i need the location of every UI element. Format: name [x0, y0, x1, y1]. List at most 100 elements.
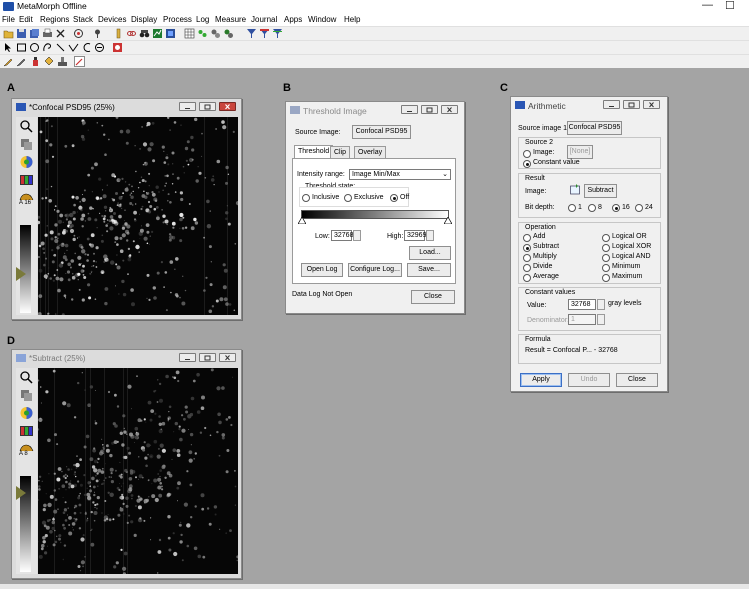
source-image-button[interactable]: Confocal PSD95 [352, 125, 411, 139]
bit-depth-8-radio[interactable] [588, 204, 596, 212]
restore-icon[interactable] [623, 100, 640, 109]
restore-icon[interactable] [199, 102, 216, 111]
pen-icon[interactable] [16, 56, 27, 67]
constant-value-field[interactable]: 32768 [568, 299, 596, 310]
open-log-button[interactable]: Open Log [301, 263, 343, 277]
operation-average-radio[interactable] [523, 274, 531, 282]
confocal-image-canvas[interactable] [38, 117, 238, 315]
close-icon[interactable] [441, 105, 458, 114]
operation-logical-xor-radio[interactable] [602, 244, 610, 252]
print-icon[interactable] [42, 28, 53, 39]
menu-log[interactable]: Log [196, 15, 209, 24]
off-radio[interactable] [390, 194, 398, 202]
lookup-table-icon[interactable] [18, 424, 35, 438]
load-button[interactable]: Load... [409, 246, 451, 260]
bit-depth-16-radio[interactable] [612, 204, 620, 212]
minimize-icon[interactable] [603, 100, 620, 109]
grid-icon[interactable] [184, 28, 195, 39]
intensity-range-select[interactable]: Image Min/Max ⌄ [349, 169, 451, 180]
high-spinner[interactable] [426, 230, 434, 241]
save-all-icon[interactable] [29, 28, 40, 39]
bit-depth-1-radio[interactable] [568, 204, 576, 212]
minimize-icon[interactable] [179, 353, 196, 362]
source-2-image-radio[interactable] [523, 150, 531, 158]
close-button[interactable]: Close [616, 373, 658, 387]
menu-regions[interactable]: Regions [40, 15, 69, 24]
chart-icon[interactable] [152, 28, 163, 39]
pencil-icon[interactable] [3, 56, 14, 67]
constant-value-radio[interactable] [523, 160, 531, 168]
operation-minimum-radio[interactable] [602, 264, 610, 272]
ellipse-tool-icon[interactable] [29, 42, 40, 53]
pointer-tool-icon[interactable] [3, 42, 14, 53]
denominator-spinner[interactable] [597, 314, 605, 325]
target-icon[interactable] [73, 28, 84, 39]
operation-logical-and-radio[interactable] [602, 254, 610, 262]
operation-logical-or-radio[interactable] [602, 234, 610, 242]
arc-tool-icon[interactable] [81, 42, 92, 53]
high-value-field[interactable]: 32969 [404, 230, 426, 241]
low-spinner[interactable] [353, 230, 361, 241]
gears-icon[interactable] [210, 28, 221, 39]
stack-icon[interactable] [165, 28, 176, 39]
polyline-tool-icon[interactable] [68, 42, 79, 53]
high-slider-icon[interactable] [444, 217, 452, 224]
operation-subtract-radio[interactable] [523, 244, 531, 252]
apply-button[interactable]: Apply [520, 373, 562, 387]
binoculars-icon[interactable] [139, 28, 150, 39]
bottle-icon[interactable] [30, 56, 41, 67]
autoscale-icon[interactable]: A 16 [18, 191, 35, 209]
filter-red-icon[interactable] [259, 28, 270, 39]
minimize-icon[interactable]: — [702, 0, 713, 11]
operation-divide-radio[interactable] [523, 264, 531, 272]
restore-icon[interactable] [199, 353, 216, 362]
subtract-image-canvas[interactable] [38, 368, 238, 574]
tab-threshold[interactable]: Threshold [294, 145, 334, 159]
filter-multi-icon[interactable] [272, 28, 283, 39]
result-image-button[interactable]: Subtract [584, 184, 617, 198]
copy-image-icon[interactable] [18, 388, 35, 402]
region-tools-icon[interactable] [112, 42, 123, 53]
operation-multiply-radio[interactable] [523, 254, 531, 262]
close-icon[interactable] [219, 353, 236, 362]
line-tool-icon[interactable] [55, 42, 66, 53]
copy-image-icon[interactable] [18, 137, 35, 151]
inclusive-radio[interactable] [302, 194, 310, 202]
menu-measure[interactable]: Measure [215, 15, 246, 24]
close-button[interactable]: Close [411, 290, 455, 304]
rectangle-tool-icon[interactable] [16, 42, 27, 53]
gears-alt-icon[interactable] [223, 28, 234, 39]
low-value-field[interactable]: 32768 [331, 230, 353, 241]
lookup-table-icon[interactable] [18, 173, 35, 187]
exclusive-radio[interactable] [344, 194, 352, 202]
source-image-1-button[interactable]: Confocal PSD95 [567, 121, 622, 135]
menu-edit[interactable]: Edit [19, 15, 33, 24]
zoom-icon[interactable] [18, 119, 35, 133]
operation-add-radio[interactable] [523, 234, 531, 242]
paint-bucket-icon[interactable] [43, 56, 54, 67]
pin-icon[interactable] [92, 28, 103, 39]
menu-help[interactable]: Help [344, 15, 360, 24]
operation-maximum-radio[interactable] [602, 274, 610, 282]
menu-apps[interactable]: Apps [284, 15, 302, 24]
save-disk-icon[interactable] [16, 28, 27, 39]
menu-display[interactable]: Display [131, 15, 157, 24]
low-slider-icon[interactable] [298, 217, 306, 224]
scale-marker-icon[interactable] [16, 267, 28, 281]
open-folder-icon[interactable] [3, 28, 14, 39]
maximize-icon[interactable]: ☐ [725, 0, 735, 12]
menu-window[interactable]: Window [308, 15, 336, 24]
menu-journal[interactable]: Journal [251, 15, 277, 24]
stamp-icon[interactable] [57, 56, 68, 67]
close-x-icon[interactable] [55, 28, 66, 39]
denominator-field[interactable]: 1 [568, 314, 596, 325]
menu-file[interactable]: File [2, 15, 15, 24]
cells-icon[interactable] [197, 28, 208, 39]
region-copy-icon[interactable] [94, 42, 105, 53]
menu-stack[interactable]: Stack [73, 15, 93, 24]
annotate-icon[interactable] [74, 56, 85, 67]
configure-log-button[interactable]: Configure Log... [348, 263, 402, 277]
color-palette-icon[interactable] [18, 155, 35, 169]
zoom-icon[interactable] [18, 370, 35, 384]
autoscale-icon[interactable]: A 8 [18, 442, 35, 460]
